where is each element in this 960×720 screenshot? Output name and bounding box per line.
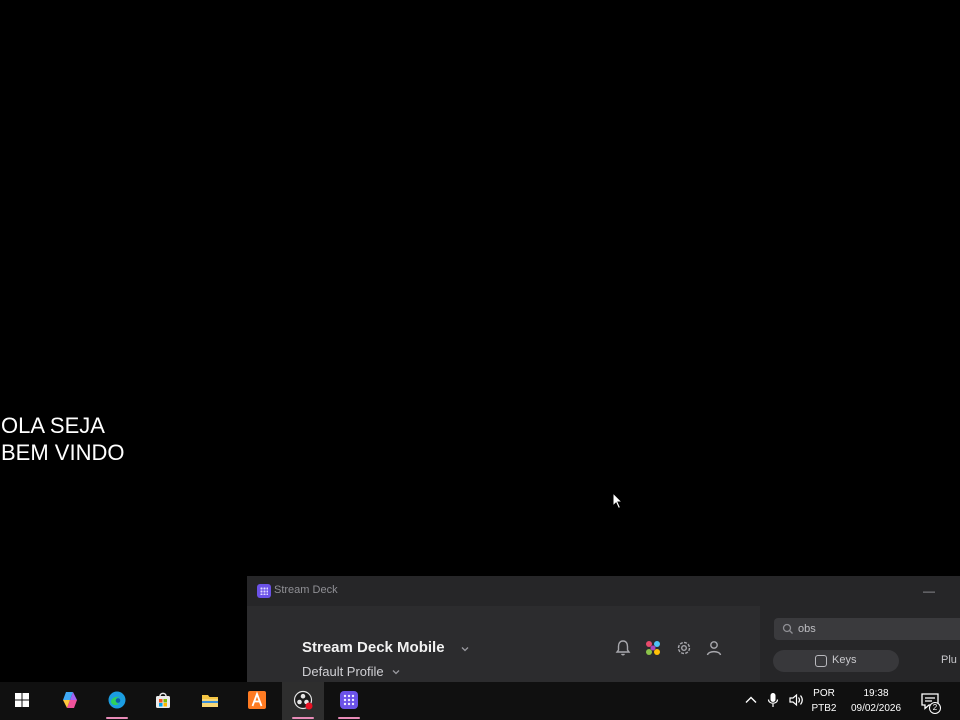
taskbar-obs[interactable] [282,682,324,720]
gear-icon[interactable] [674,638,694,658]
windows-logo-icon [15,693,29,707]
keyboard-layout: PTB2 [811,703,837,714]
minimize-button[interactable]: — [919,582,939,600]
taskbar-orange-app[interactable] [236,682,278,720]
search-input[interactable] [798,621,958,637]
taskbar-store[interactable] [142,682,184,720]
running-indicator [292,717,314,719]
tab-keys[interactable]: Keys [773,650,899,672]
obs-icon [293,690,313,710]
desktop-welcome-text: OLA SEJA BEM VINDO [1,412,124,466]
clock-date: 09/02/2026 [850,703,902,714]
stream-deck-app-icon [257,584,271,598]
copilot-icon [63,692,77,708]
clock-time: 19:38 [863,688,889,699]
running-indicator [338,717,360,719]
taskbar-file-explorer[interactable] [189,682,231,720]
mouse-cursor-icon [612,492,624,510]
welcome-line-1: OLA SEJA [1,413,105,438]
running-indicator [106,717,128,719]
search-icon [782,623,793,634]
marketplace-icon[interactable] [643,638,663,658]
orange-a-icon [248,691,266,709]
store-bag-icon [156,692,170,708]
notification-count-badge: 2 [929,702,941,714]
taskbar-edge[interactable] [96,682,138,720]
window-titlebar[interactable]: Stream Deck — [247,576,960,606]
language-code: POR [813,688,835,699]
stream-deck-window[interactable]: Stream Deck — Stream Deck Mobile Default… [247,576,960,682]
taskbar-stream-deck[interactable] [328,682,370,720]
tab-keys-label: Keys [832,654,857,666]
start-button[interactable] [1,682,43,720]
device-selector[interactable]: Stream Deck Mobile [302,639,445,656]
clock[interactable]: 19:38 09/02/2026 [845,686,907,716]
microphone-icon[interactable] [767,692,779,708]
welcome-line-2: BEM VINDO [1,440,125,465]
desktop-screen: OLA SEJA BEM VINDO Stream Deck — Stream … [0,0,960,720]
search-box[interactable] [774,618,960,640]
windows-taskbar: POR PTB2 19:38 09/02/2026 2 [0,682,960,720]
tab-plugins[interactable]: Plu [941,654,957,666]
user-icon[interactable] [704,638,724,658]
actions-panel: Keys Plu [760,606,960,682]
volume-icon[interactable] [788,692,804,708]
chevron-down-icon[interactable] [391,667,401,677]
folder-icon [202,695,218,707]
keyboard-language[interactable]: POR PTB2 [808,686,840,716]
window-title: Stream Deck [274,584,338,596]
edge-icon [108,691,126,709]
chevron-down-icon[interactable] [460,644,470,654]
chevron-up-icon[interactable] [744,693,758,707]
keys-icon [815,655,827,667]
stream-deck-icon [340,691,358,709]
profile-selector[interactable]: Default Profile [302,664,384,679]
taskbar-copilot[interactable] [49,682,91,720]
bell-icon[interactable] [613,638,633,658]
